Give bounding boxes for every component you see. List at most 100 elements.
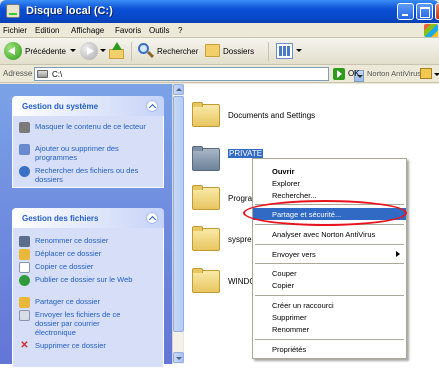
folder-name-selected[interactable]: PRIVATE [228,149,264,158]
task-label[interactable]: Publier ce dossier sur le Web [35,275,145,284]
task-hide-contents[interactable]: Masquer le contenu de ce lecteur [19,122,159,144]
system-tasks-title: Gestion du système [22,102,99,111]
folder-icon[interactable] [192,268,222,294]
scroll-up-icon[interactable] [173,84,184,95]
ctx-copy[interactable]: Copier [253,279,406,291]
address-input[interactable]: C:\ [34,67,364,82]
collapse-chevron-icon[interactable] [146,212,158,224]
ctx-send-to[interactable]: Envoyer vers [253,248,406,260]
system-tasks-header[interactable]: Gestion du système [12,96,164,116]
ctx-label: Couper [272,269,297,278]
task-copy-folder[interactable]: Copier ce dossier [19,262,159,273]
ctx-label: Créer un raccourci [272,301,334,310]
go-arrow-icon[interactable] [333,68,345,80]
menu-help[interactable]: ? [178,26,182,35]
folders-icon[interactable] [205,44,220,57]
task-label[interactable]: Partager ce dossier [35,297,100,306]
task-pane: Gestion du système Masquer le contenu de… [0,84,172,368]
share-icon [19,297,30,308]
task-label[interactable]: Envoyer les fichiers de ce dossier par c… [35,310,135,337]
ctx-norton-scan[interactable]: Analyser avec Norton AntiVirus [253,228,406,240]
task-label[interactable]: Rechercher des fichiers ou des dossiers [35,166,153,184]
folder-up-icon[interactable] [108,42,126,60]
norton-icon[interactable] [420,68,432,79]
folder-icon[interactable] [192,146,222,172]
folder-name[interactable]: Documents and Settings [228,111,315,120]
back-dropdown-icon[interactable] [70,49,76,52]
menu-fichier[interactable]: Fichier [3,26,27,35]
task-label[interactable]: Renommer ce dossier [35,236,108,245]
menu-favoris[interactable]: Favoris [115,26,141,35]
task-pane-scrollbar[interactable] [172,84,184,364]
toolbar: Précédente Rechercher Dossiers [0,38,439,65]
scroll-down-icon[interactable] [173,352,184,363]
task-move-folder[interactable]: Déplacer ce dossier [19,249,159,260]
back-button-label[interactable]: Précédente [25,47,66,56]
task-share-folder[interactable]: Partager ce dossier [19,297,159,308]
system-tasks-body: Masquer le contenu de ce lecteur Ajouter… [12,116,164,188]
go-button-label[interactable]: OK [348,69,360,78]
ctx-label: Analyser avec Norton AntiVirus [272,230,376,239]
norton-antivirus-label[interactable]: Norton AntiVirus [367,69,421,78]
task-delete-folder[interactable]: ✕ Supprimer ce dossier [19,341,159,352]
task-label[interactable]: Ajouter ou supprimer des programmes [35,144,153,162]
explorer-window: Disque local (C:) Fichier Edition Affich… [0,0,439,368]
menu-bar: Fichier Edition Affichage Favoris Outils… [0,23,439,38]
hide-contents-icon [19,122,30,133]
forward-dropdown-icon[interactable] [100,49,106,52]
search-button-label[interactable]: Rechercher [157,47,198,56]
ctx-label: Rechercher... [272,191,317,200]
ctx-label: Propriétés [272,345,307,354]
email-icon [19,310,30,321]
menu-outils[interactable]: Outils [149,26,169,35]
menu-edition[interactable]: Edition [35,26,59,35]
scrollbar-thumb[interactable] [173,96,184,332]
folder-icon[interactable] [192,226,222,252]
ctx-label: Envoyer vers [272,250,316,259]
close-button[interactable] [435,3,439,20]
drive-icon [6,4,20,18]
ctx-open[interactable]: Ouvrir [253,165,406,177]
submenu-arrow-icon [396,251,400,257]
task-label[interactable]: Déplacer ce dossier [35,249,101,258]
ctx-delete[interactable]: Supprimer [253,311,406,323]
task-email-files[interactable]: Envoyer les fichiers de ce dossier par c… [19,310,159,339]
folder-icon[interactable] [192,185,222,211]
maximize-button[interactable] [416,3,433,20]
minimize-button[interactable] [397,3,414,20]
forward-arrow-icon[interactable] [80,42,98,60]
ctx-cut[interactable]: Couper [253,267,406,279]
task-label[interactable]: Copier ce dossier [35,262,93,271]
ctx-label: Ouvrir [272,167,295,176]
ctx-create-shortcut[interactable]: Créer un raccourci [253,299,406,311]
views-icon[interactable] [276,43,293,59]
ctx-label: Renommer [272,325,310,334]
toolbar-separator [268,42,269,61]
norton-dropdown-icon[interactable] [434,73,439,76]
task-rename-folder[interactable]: Renommer ce dossier [19,236,159,247]
ctx-separator [255,263,404,264]
task-add-remove-programs[interactable]: Ajouter ou supprimer des programmes [19,144,159,166]
task-label[interactable]: Masquer le contenu de ce lecteur [35,122,153,131]
address-bar: Adresse C:\ OK Norton AntiVirus [0,65,439,83]
ctx-separator [255,295,404,296]
folders-button-label[interactable]: Dossiers [223,47,254,56]
folder-icon[interactable] [192,102,222,128]
ctx-rename[interactable]: Renommer [253,323,406,335]
ctx-properties[interactable]: Propriétés [253,343,406,355]
menu-affichage[interactable]: Affichage [71,26,104,35]
collapse-chevron-icon[interactable] [146,100,158,112]
address-value[interactable]: C:\ [52,70,62,79]
file-tasks-title: Gestion des fichiers [22,214,99,223]
back-arrow-icon[interactable] [4,42,22,60]
ctx-explore[interactable]: Explorer [253,177,406,189]
views-dropdown-icon[interactable] [296,49,302,52]
file-tasks-header[interactable]: Gestion des fichiers [12,208,164,228]
drive-icon [37,70,48,78]
toolbar-separator [131,42,132,61]
task-publish-web[interactable]: Publier ce dossier sur le Web [19,275,159,295]
search-icon [19,166,30,177]
search-icon[interactable] [138,43,155,59]
task-label[interactable]: Supprimer ce dossier [35,341,106,350]
task-search-files[interactable]: Rechercher des fichiers ou des dossiers [19,166,159,186]
